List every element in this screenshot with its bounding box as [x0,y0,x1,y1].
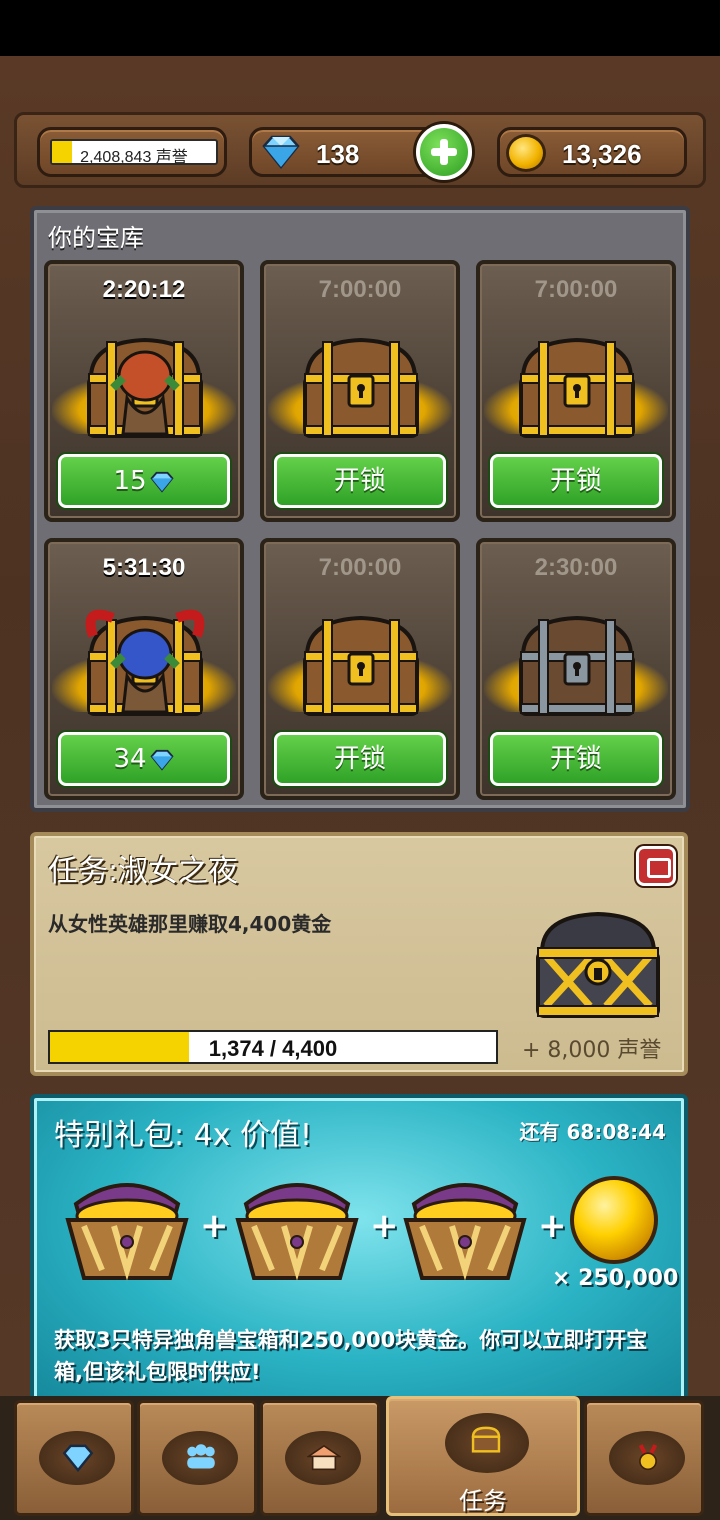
reputation-panel[interactable]: 2,408,843 声誉 [37,127,227,177]
quest-reward: + 8,000 声誉 [522,1038,662,1063]
open-with-gems-button[interactable]: 15 [58,454,230,508]
vault-panel: 你的宝库 2:20:12 15 7:00:00 开锁 7:00:00 开锁 5:31:30 3… [30,206,690,812]
nav-tab-medal[interactable] [584,1400,704,1516]
quest-title: 任务:淑女之夜 [48,854,239,889]
chest-timer: 5:31:30 [102,554,186,581]
unlock-label: 开锁 [333,466,386,496]
unlock-button[interactable]: 开锁 [274,454,446,508]
open-cost-value: 15 [113,466,147,496]
plus-sign: + [200,1206,229,1246]
vault-slot[interactable]: 5:31:30 34 [44,538,244,800]
nav-tab-buildings[interactable] [260,1400,380,1516]
heroes-icon [187,1444,215,1469]
reputation-bar: 2,408,843 声誉 [50,139,218,165]
nav-tab-heroes[interactable] [137,1400,257,1516]
unlock-label: 开锁 [549,466,602,496]
vault-title: 你的宝库 [48,224,144,252]
offer-timer: 还有 68:08:44 [519,1120,666,1144]
vault-slot[interactable]: 7:00:00 开锁 [260,260,460,522]
gold-coin-icon [506,134,546,172]
special-offer-panel[interactable]: 特别礼包: 4x 价值! 还有 68:08:44 + + + × 250,000 获… [30,1094,688,1404]
gem-icon [62,1444,94,1473]
plus-sign: + [370,1206,399,1246]
offer-title: 特别礼包: 4x 价值! [54,1118,313,1153]
quest-panel: 任务:淑女之夜 从女性英雄那里赚取4,400黄金 1,374 / 4,400 +… [30,832,688,1076]
offer-description: 获取3只特异独角兽宝箱和250,000块黄金。你可以立即打开宝箱,但该礼包限时供… [54,1328,648,1384]
nav-tab-chest[interactable]: 任务 [386,1396,580,1516]
offer-gold-multiplier: × 250,000 [552,1266,679,1291]
open-with-gems-button[interactable]: 34 [58,732,230,786]
vault-slot[interactable]: 7:00:00 开锁 [476,260,676,522]
quest-description: 从女性英雄那里赚取4,400黄金 [48,912,332,936]
treasure-chest-icon [519,615,635,716]
gold-value: 13,326 [562,139,642,169]
unlock-button[interactable]: 开锁 [490,454,662,508]
add-gems-button[interactable] [416,124,472,180]
unicorn-chest-icon [235,1183,359,1281]
open-cost-value: 34 [113,744,147,774]
vault-slot[interactable]: 7:00:00 开锁 [260,538,460,800]
reputation-value: 2,408,843 声誉 [80,149,188,165]
chest-icon [471,1426,501,1453]
treasure-chest-icon [303,337,419,438]
unlock-label: 开锁 [333,744,386,774]
gems-panel[interactable]: 138 [249,124,472,180]
quest-progress-text: 1,374 / 4,400 [208,1036,338,1061]
gem-icon [149,749,174,771]
nav-tab-gem[interactable] [14,1400,134,1516]
treasure-chest-icon [519,337,635,438]
vault-slot[interactable]: 2:30:00 开锁 [476,538,676,800]
gold-coin-icon [570,1176,658,1264]
gold-panel[interactable]: 13,326 [497,127,687,177]
unlock-label: 开锁 [549,744,602,774]
plus-sign: + [538,1206,567,1246]
quest-progress-bar: 1,374 / 4,400 [48,1030,498,1064]
treasure-chest-icon [85,609,205,716]
chest-timer: 2:20:12 [102,276,186,303]
unlock-button[interactable]: 开锁 [274,732,446,786]
chest-timer: 7:00:00 [318,276,402,303]
treasure-chest-icon [303,615,419,716]
chest-timer: 2:30:00 [534,554,618,581]
buildings-icon [307,1444,341,1471]
unicorn-chest-icon [403,1183,527,1281]
status-bar [0,0,720,56]
chest-timer: 7:00:00 [534,276,618,303]
nav-tab-label: 任务 [459,1487,507,1515]
quest-info-button[interactable] [636,846,676,886]
bottom-navigation: 任务 [0,1396,720,1520]
unlock-button[interactable]: 开锁 [490,732,662,786]
medal-icon [638,1444,658,1471]
vault-slot[interactable]: 2:20:12 15 [44,260,244,522]
gem-icon [262,135,300,169]
chest-timer: 7:00:00 [318,554,402,581]
gems-value: 138 [316,139,360,169]
treasure-chest-icon [87,337,203,438]
gem-icon [149,471,174,493]
currency-bar: 2,408,843 声誉 138 13,326 [14,112,706,188]
unicorn-chest-icon [65,1183,189,1281]
quest-reward-chest-icon [536,911,660,1018]
